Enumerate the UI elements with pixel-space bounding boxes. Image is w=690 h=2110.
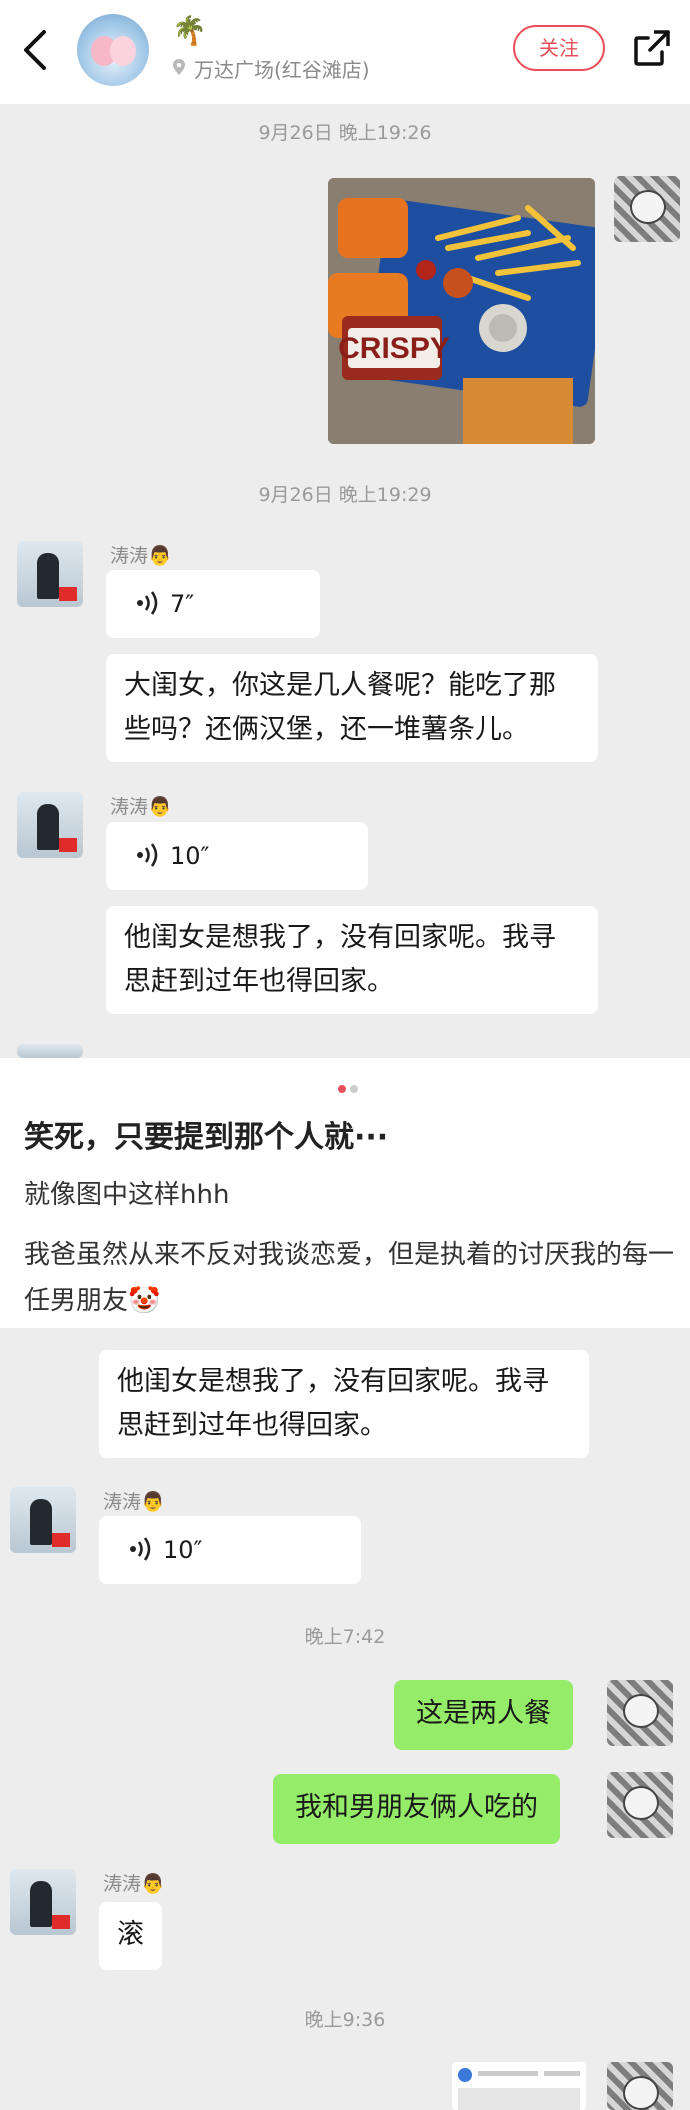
share-icon[interactable] bbox=[632, 28, 672, 68]
contact-avatar[interactable] bbox=[10, 1487, 76, 1553]
contact-name: 涛涛👨 bbox=[110, 796, 172, 818]
follow-button[interactable]: 关注 bbox=[513, 25, 605, 71]
profile-avatar[interactable] bbox=[77, 14, 149, 86]
page-dot-active bbox=[338, 1085, 346, 1093]
my-message-bubble[interactable]: 这是两人餐 bbox=[394, 1680, 573, 1750]
contact-name: 涛涛👨 bbox=[103, 1873, 165, 1895]
timestamp: 晚上9:36 bbox=[304, 2009, 386, 2031]
my-avatar[interactable] bbox=[607, 1772, 673, 1838]
food-photo: CRISPY bbox=[328, 178, 595, 444]
contact-avatar[interactable] bbox=[17, 541, 83, 607]
svg-text:CRISPY: CRISPY bbox=[338, 332, 450, 365]
message-bubble[interactable]: 滚 bbox=[99, 1902, 162, 1970]
page-indicator bbox=[336, 1078, 360, 1097]
my-avatar[interactable] bbox=[607, 2062, 673, 2110]
voice-message[interactable]: 10″ bbox=[99, 1516, 361, 1584]
timestamp: 9月26日 晚上19:26 bbox=[258, 122, 432, 144]
food-photo-message[interactable]: CRISPY bbox=[328, 178, 595, 444]
my-avatar[interactable] bbox=[614, 176, 680, 242]
back-icon[interactable] bbox=[18, 28, 54, 72]
timestamp: 晚上7:42 bbox=[304, 1626, 386, 1648]
contact-name: 涛涛👨 bbox=[110, 545, 172, 567]
location-text: 万达广场(红谷滩店) bbox=[194, 58, 370, 82]
contact-name: 涛涛👨 bbox=[103, 1491, 165, 1513]
thumbnail-content bbox=[458, 2088, 580, 2110]
page-dot bbox=[350, 1085, 358, 1093]
thumbnail-line bbox=[478, 2071, 538, 2076]
voice-wave-icon bbox=[137, 591, 158, 615]
thumbnail-avatar bbox=[458, 2068, 472, 2082]
voice-message[interactable]: 10″ bbox=[106, 822, 368, 890]
voice-wave-icon bbox=[137, 843, 158, 867]
my-avatar[interactable] bbox=[607, 1680, 673, 1746]
message-bubble[interactable]: 他闺女是想我了，没有回家呢。我寻思赶到过年也得回家。 bbox=[99, 1350, 589, 1458]
palm-tree-icon: 🌴 bbox=[172, 14, 207, 47]
my-message-bubble[interactable]: 我和男朋友俩人吃的 bbox=[273, 1774, 560, 1844]
contact-avatar-partial bbox=[17, 1044, 83, 1058]
message-bubble[interactable]: 他闺女是想我了，没有回家呢。我寻思赶到过年也得回家。 bbox=[106, 906, 598, 1014]
message-bubble[interactable]: 大闺女，你这是几人餐呢？能吃了那些吗？还俩汉堡，还一堆薯条儿。 bbox=[106, 654, 598, 762]
voice-message[interactable]: 7″ bbox=[106, 570, 320, 638]
note-title: 笑死，只要提到那个人就··· bbox=[24, 1120, 389, 1155]
contact-avatar[interactable] bbox=[17, 792, 83, 858]
voice-wave-icon bbox=[130, 1537, 151, 1561]
location-pin-icon bbox=[173, 59, 185, 75]
screenshot-thumbnail-message[interactable] bbox=[452, 2062, 586, 2110]
timestamp: 9月26日 晚上19:29 bbox=[258, 484, 432, 506]
thumbnail-line bbox=[544, 2071, 580, 2076]
chat-header: 🌴 万达广场(红谷滩店) 关注 bbox=[0, 0, 690, 104]
note-text: 我爸虽然从来不反对我谈恋爱，但是执着的讨厌我的每一任男朋友🤡 bbox=[24, 1240, 675, 1316]
note-text: 就像图中这样hhh bbox=[24, 1180, 230, 1210]
contact-avatar[interactable] bbox=[10, 1869, 76, 1935]
